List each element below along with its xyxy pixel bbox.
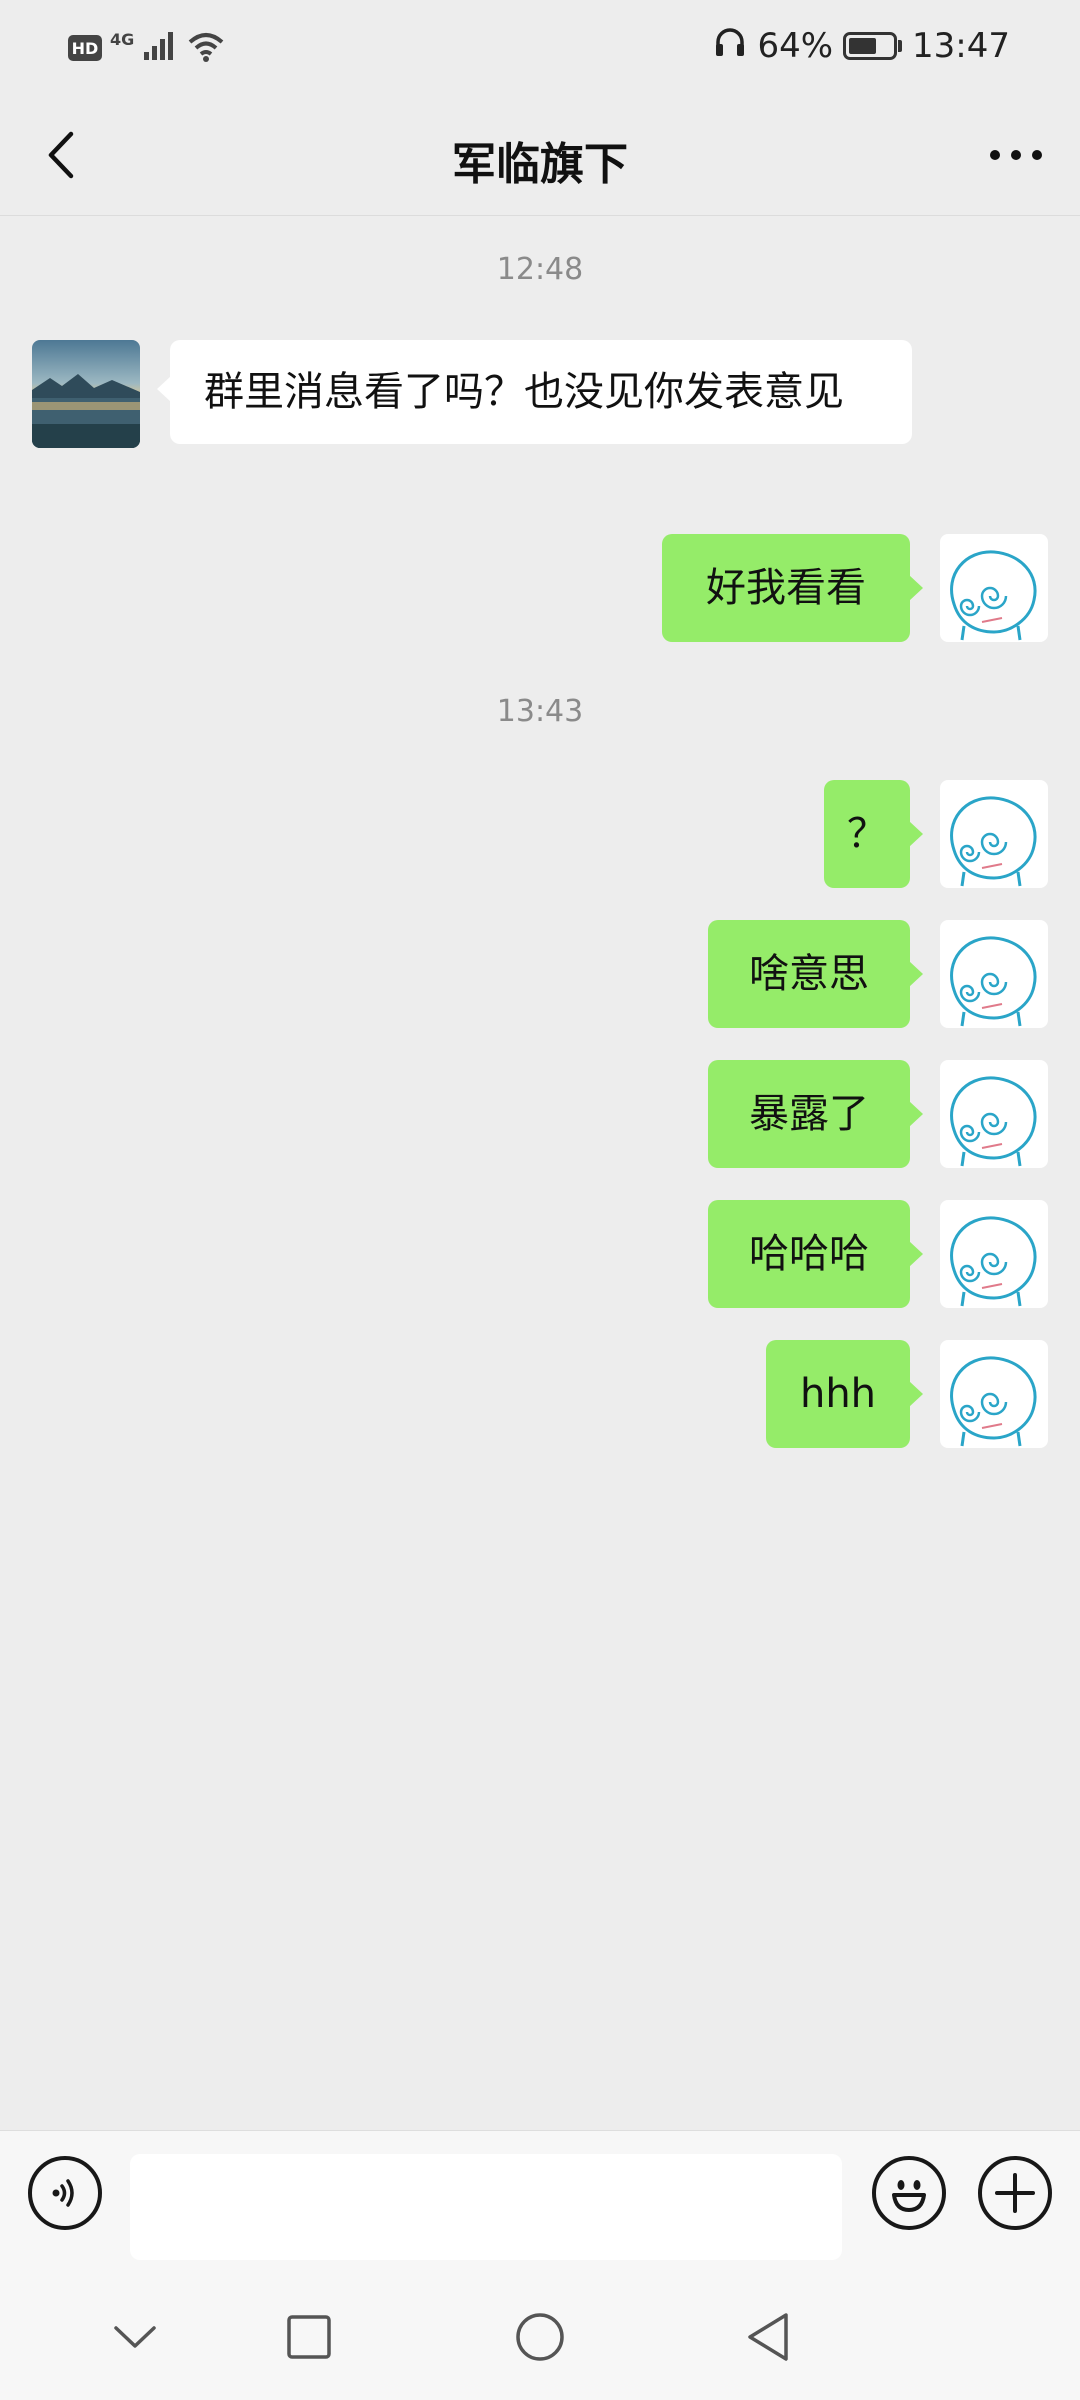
- circle-icon: [516, 2313, 564, 2361]
- self-avatar[interactable]: [940, 1340, 1048, 1448]
- status-right: 64% 13:47: [713, 24, 1010, 68]
- emoji-button[interactable]: [872, 2156, 946, 2230]
- voice-button[interactable]: [28, 2156, 102, 2230]
- more-dots-icon: [990, 150, 1042, 160]
- message-text: hhh: [799, 1371, 877, 1417]
- swirl-eyes-avatar-image: [950, 550, 1037, 641]
- nav-collapse-button[interactable]: [100, 2302, 170, 2372]
- message-text: 群里消息看了吗？也没见你发表意见: [204, 369, 844, 415]
- battery-percent: 64%: [757, 26, 834, 66]
- chat-title: 军临旗下: [452, 139, 628, 190]
- sent-message-bubble[interactable]: hhh: [766, 1340, 923, 1448]
- chat-header: 军临旗下: [0, 92, 1080, 216]
- headphones-icon: [713, 25, 747, 68]
- self-avatar[interactable]: [940, 534, 1048, 642]
- chat-screen: HD 4G 64% 13:47 军临旗下 12:48 群里消息看了吗？也没见你发…: [0, 0, 1080, 2400]
- timestamp: 13:43: [496, 694, 584, 729]
- message-text: 哈哈哈: [749, 1231, 869, 1277]
- sent-message-bubble[interactable]: 好我看看: [662, 534, 923, 642]
- square-icon: [287, 2315, 331, 2359]
- message-text: 好我看看: [706, 565, 866, 611]
- wifi-icon: [186, 30, 226, 66]
- emoji-icon: [892, 2180, 926, 2212]
- swirl-eyes-avatar-image: [950, 1216, 1037, 1307]
- more-functions-button[interactable]: [978, 2156, 1052, 2230]
- sent-message-bubble[interactable]: ？: [824, 780, 923, 888]
- self-avatar[interactable]: [940, 1060, 1048, 1168]
- sent-message-bubble[interactable]: 啥意思: [708, 920, 923, 1028]
- received-message-bubble[interactable]: 群里消息看了吗？也没见你发表意见: [157, 340, 912, 444]
- nav-recents-button[interactable]: [274, 2302, 344, 2372]
- nav-home-button[interactable]: [505, 2302, 575, 2372]
- swirl-eyes-avatar-image: [950, 1356, 1037, 1447]
- timestamp: 12:48: [496, 252, 584, 287]
- system-navigation-bar: [0, 2272, 1080, 2400]
- sent-message-bubble[interactable]: 哈哈哈: [708, 1200, 923, 1308]
- status-time: 13:47: [912, 26, 1010, 66]
- more-button[interactable]: [976, 120, 1056, 190]
- self-avatar[interactable]: [940, 780, 1048, 888]
- self-avatar[interactable]: [940, 1200, 1048, 1308]
- status-left: HD 4G: [68, 28, 226, 68]
- swirl-eyes-avatar-image: [950, 796, 1037, 887]
- signal-icon: [142, 30, 178, 66]
- voice-icon: [52, 2179, 74, 2207]
- network-label: 4G: [110, 30, 135, 49]
- hd-badge: HD: [68, 35, 102, 61]
- self-avatar[interactable]: [940, 920, 1048, 1028]
- battery-fill: [849, 38, 876, 54]
- input-bar: [0, 2130, 1080, 2272]
- contact-avatar[interactable]: [32, 340, 140, 448]
- sent-message-bubble[interactable]: 暴露了: [708, 1060, 923, 1168]
- landscape-avatar-image: [32, 340, 140, 448]
- battery-icon: [843, 32, 903, 60]
- nav-back-button[interactable]: [733, 2302, 803, 2372]
- swirl-eyes-avatar-image: [950, 1076, 1037, 1167]
- message-input[interactable]: [130, 2154, 842, 2260]
- triangle-back-icon: [748, 2313, 788, 2361]
- swirl-eyes-avatar-image: [950, 936, 1037, 1027]
- message-text: 啥意思: [749, 951, 869, 997]
- chevron-down-icon: [114, 2326, 156, 2348]
- message-text: ？: [847, 811, 887, 857]
- message-text: 暴露了: [749, 1091, 869, 1137]
- plus-icon: [995, 2173, 1035, 2213]
- status-bar: HD 4G 64% 13:47: [0, 0, 1080, 92]
